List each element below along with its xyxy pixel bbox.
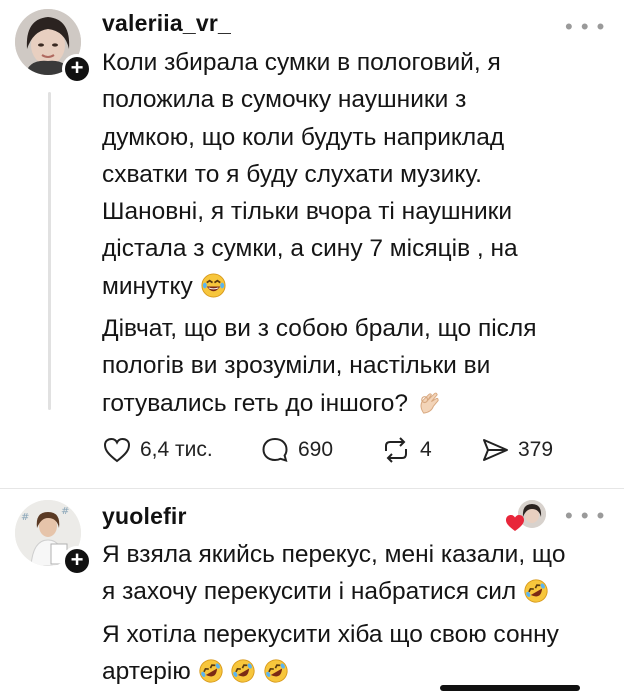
rolling-on-floor-laughing-emoji-icon bbox=[263, 658, 289, 695]
post-username[interactable]: valeriia_vr_ bbox=[102, 10, 231, 37]
repost-button[interactable]: 4 bbox=[380, 430, 432, 470]
ok-hand-emoji-icon bbox=[415, 389, 442, 427]
follow-plus-icon[interactable]: + bbox=[62, 54, 92, 84]
post-line: положила в сумочку наушники з bbox=[102, 86, 467, 114]
share-button[interactable]: 379 bbox=[480, 430, 553, 470]
reply-line: Я хотіла перекусити хіба що свою сонну bbox=[102, 620, 559, 648]
svg-text:#: # bbox=[21, 512, 29, 523]
reply-line-with-emoji: я захочу перекусити і набратися сил bbox=[102, 573, 617, 615]
speech-bubble-icon bbox=[262, 437, 288, 462]
home-indicator bbox=[440, 685, 580, 691]
rolling-on-floor-laughing-emoji-icon bbox=[230, 658, 256, 695]
reply-text: Я взяла якийсь перекус, мені казали, що … bbox=[102, 536, 617, 695]
send-icon bbox=[483, 439, 508, 461]
svg-text:#: # bbox=[61, 506, 69, 517]
post-line-with-emoji: готувались геть до іншого? bbox=[102, 385, 617, 427]
reply-line: я захочу перекусити і набратися сил bbox=[102, 578, 517, 606]
post-line: пологів ви зрозуміли, настільки ви bbox=[102, 352, 491, 380]
comment-count: 690 bbox=[298, 438, 334, 461]
follow-plus-icon[interactable]: + bbox=[62, 546, 92, 576]
rolling-on-floor-laughing-emoji-icon bbox=[198, 658, 224, 695]
repost-count: 4 bbox=[420, 438, 432, 461]
rolling-on-floor-laughing-emoji-icon bbox=[523, 578, 549, 615]
post-line: Дівчат, що ви з собою брали, що після bbox=[102, 315, 537, 343]
repost-icon bbox=[385, 437, 407, 463]
post-actions: 6,4 тис. 690 4 379 bbox=[100, 430, 600, 470]
post-line: думкою, що коли будуть наприклад bbox=[102, 123, 505, 151]
post-line: минутку bbox=[102, 272, 193, 300]
heart-icon bbox=[103, 437, 131, 463]
post-line: схватки то я буду слухати музику. bbox=[102, 160, 482, 188]
post-line: готувались геть до іншого? bbox=[102, 389, 409, 417]
post-line-with-emoji: минутку bbox=[102, 268, 617, 310]
more-dots-icon[interactable]: • • • bbox=[565, 14, 605, 40]
post-text: Коли збирала сумки в пологовий, я положи… bbox=[102, 44, 617, 427]
thread-line bbox=[48, 92, 51, 410]
comment-button[interactable]: 690 bbox=[260, 430, 333, 470]
laughing-emoji-icon bbox=[200, 272, 227, 310]
like-count: 6,4 тис. bbox=[140, 438, 213, 461]
post-line: Шановні, я тільки вчора ті наушники bbox=[102, 198, 513, 226]
reply-username[interactable]: yuolefir bbox=[102, 503, 187, 530]
reply-line: артерію bbox=[102, 657, 191, 685]
heart-icon bbox=[506, 515, 524, 531]
more-dots-icon[interactable]: • • • bbox=[565, 503, 605, 529]
post-line: дістала з сумки, а сину 7 місяців , на bbox=[102, 235, 518, 263]
post-line: Коли збирала сумки в пологовий, я bbox=[102, 49, 501, 76]
like-button[interactable]: 6,4 тис. bbox=[102, 430, 213, 470]
divider bbox=[0, 488, 624, 489]
reply-line: Я взяла якийсь перекус, мені казали, що bbox=[102, 541, 566, 568]
share-count: 379 bbox=[518, 438, 554, 461]
